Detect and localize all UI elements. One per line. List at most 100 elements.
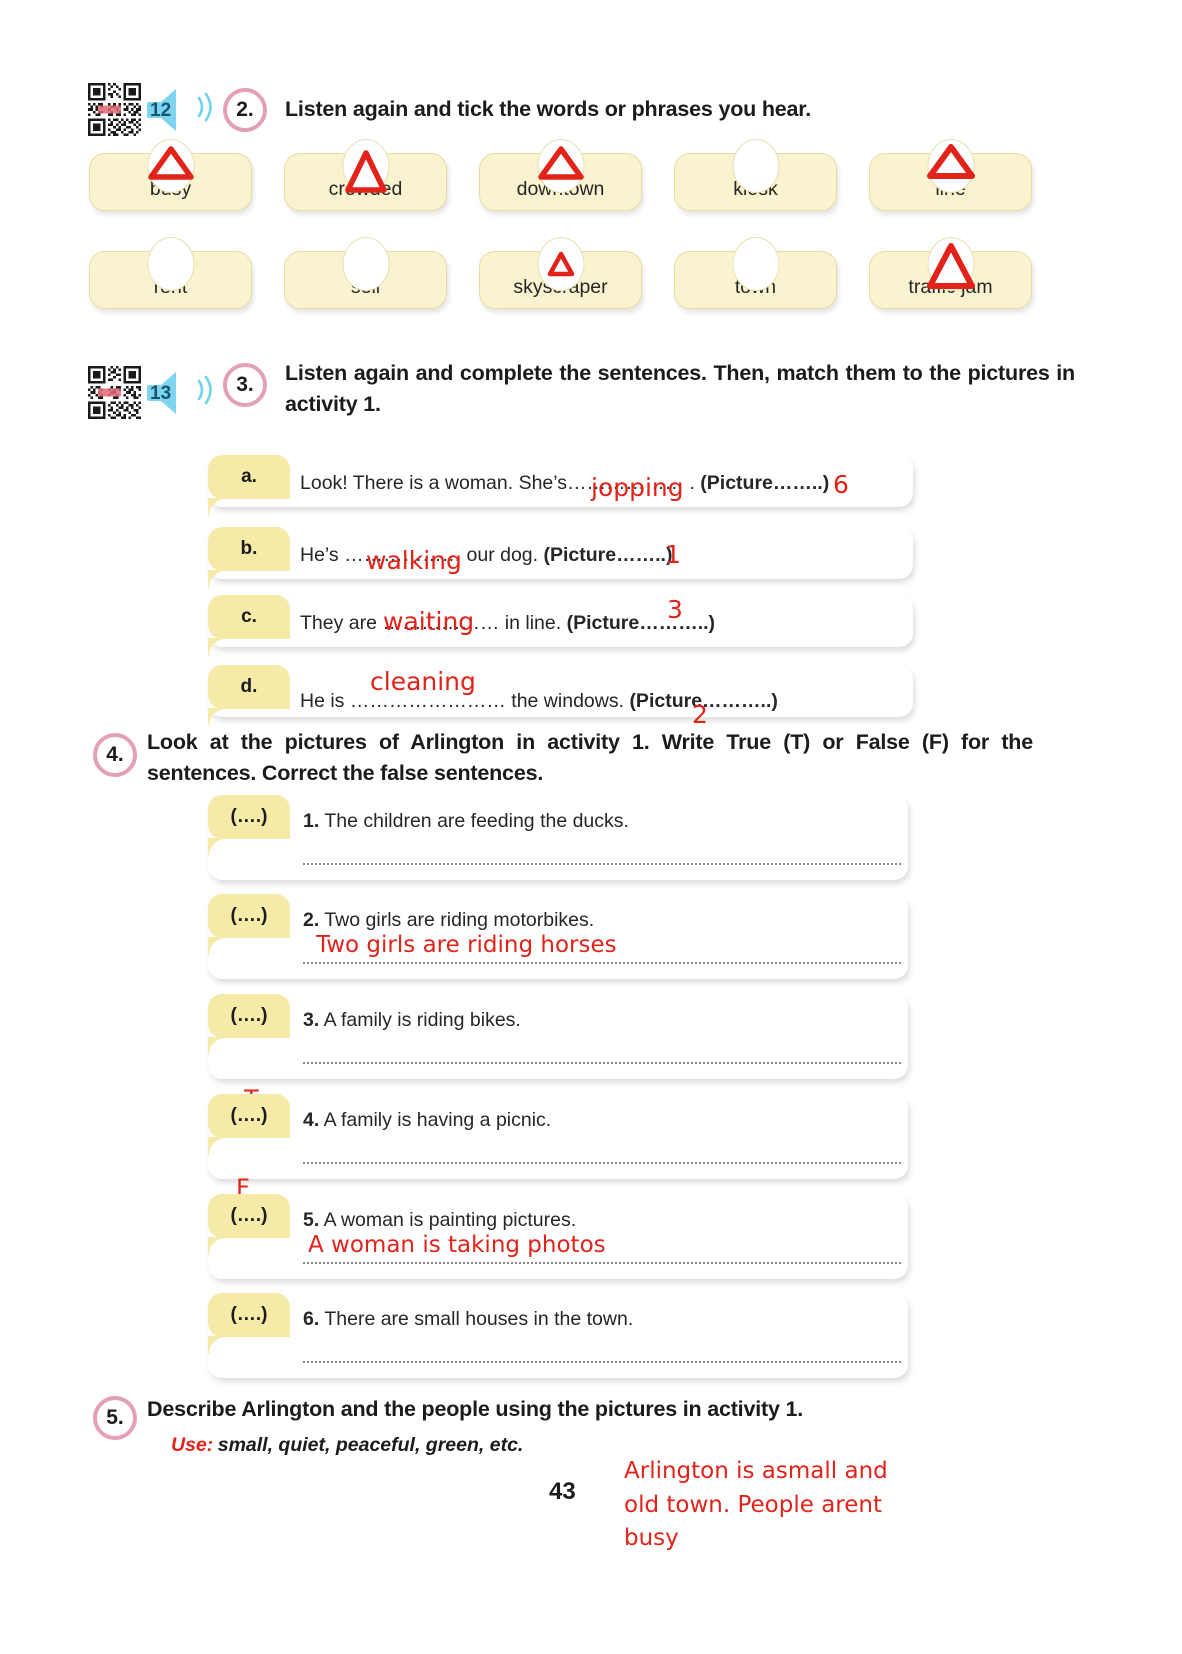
- item-label: d.: [208, 665, 290, 726]
- sentence-text-pre: He’s: [300, 544, 339, 566]
- word-card[interactable]: busy: [89, 139, 252, 211]
- tf-answer-tab[interactable]: (….): [208, 894, 290, 955]
- qr-code-icon[interactable]: [88, 366, 141, 419]
- activity-2-header: 12 2. Listen again and tick the words or…: [88, 83, 811, 136]
- word-card[interactable]: rent: [89, 237, 252, 309]
- tf-strip: (….) F 5. A woman is painting pictures. …: [208, 1174, 908, 1279]
- sentence-strip: b. He’s ……………… our dog. (Picture……..) wa…: [208, 527, 913, 588]
- word-card-row-2: rent sell skyscraper town traffic jam: [89, 237, 1032, 309]
- word-card[interactable]: traffic jam: [869, 237, 1032, 309]
- answer-line[interactable]: [303, 1262, 901, 1264]
- activity-4-number: 4.: [93, 733, 137, 777]
- activity-5-use-line: Use: small, quiet, peaceful, green, etc.: [171, 1434, 803, 1457]
- item-label: c.: [208, 595, 290, 656]
- audio-track-number: 13: [150, 382, 172, 404]
- activity-5-header: 5. Describe Arlington and the people usi…: [93, 1394, 803, 1457]
- use-text: small, quiet, peaceful, green, etc.: [217, 1433, 524, 1456]
- tf-strip: (….) T 1. The children are feeding the d…: [208, 795, 908, 880]
- activity-2-media[interactable]: 12: [88, 83, 215, 136]
- item-number: 5.: [303, 1209, 320, 1231]
- tick-circle[interactable]: [927, 237, 974, 291]
- handwritten-description-line: Arlington is asmall and: [624, 1458, 888, 1484]
- handwritten-answer-picture: 1: [665, 540, 681, 569]
- tick-circle[interactable]: [342, 139, 389, 193]
- activity-3-media[interactable]: 13: [88, 366, 215, 419]
- handwritten-description-line: busy: [624, 1525, 679, 1552]
- tf-answer-tab[interactable]: (….): [208, 1094, 290, 1155]
- picture-label: (Picture: [543, 544, 617, 566]
- sentence-text-pre: Look! There is a woman. She’s: [300, 472, 568, 494]
- speaker-icon[interactable]: 13: [145, 368, 191, 418]
- item-label: b.: [208, 527, 290, 588]
- audio-track-number: 12: [150, 99, 172, 121]
- sound-wave-icon: [195, 373, 215, 412]
- word-card[interactable]: skyscraper: [479, 237, 642, 309]
- activity-4-header: 4. Look at the pictures of Arlington in …: [93, 727, 1033, 788]
- tick-circle[interactable]: [147, 139, 194, 193]
- handwritten-answer-word: walking: [366, 546, 462, 575]
- sentence-text-mid: in line.: [504, 612, 562, 634]
- tick-circle[interactable]: [537, 139, 584, 193]
- word-card[interactable]: crowded: [284, 139, 447, 211]
- picture-label: (Picture: [566, 612, 640, 634]
- tf-sentence: A family is having a picnic.: [323, 1109, 552, 1131]
- answer-line[interactable]: [303, 962, 901, 964]
- sentence-strip: d. He is …………………… the windows. (Picture……: [208, 665, 913, 729]
- handwritten-answer-picture: 3: [667, 595, 683, 624]
- handwritten-answer-picture: 6: [833, 470, 849, 499]
- picture-blank-dots[interactable]: ……..): [773, 472, 829, 494]
- page-number: 43: [549, 1478, 576, 1505]
- use-label: Use:: [171, 1433, 214, 1456]
- handwritten-description-line: old town. People arent: [624, 1491, 882, 1518]
- tf-strip: (….) F 2. Two girls are riding motorbike…: [208, 894, 908, 979]
- sentence-text-pre: They are: [300, 612, 377, 634]
- tf-strip: (….) T 3. A family is riding bikes.: [208, 994, 908, 1079]
- answer-line[interactable]: [303, 863, 901, 865]
- picture-blank-dots[interactable]: ……..): [616, 544, 672, 566]
- speaker-icon[interactable]: 12: [145, 85, 191, 135]
- item-label: a.: [208, 455, 290, 516]
- tick-circle[interactable]: [927, 139, 974, 193]
- answer-line[interactable]: [303, 1162, 901, 1164]
- sentence-text-pre: He is: [300, 690, 345, 712]
- word-card[interactable]: downtown: [479, 139, 642, 211]
- word-card[interactable]: line: [869, 139, 1032, 211]
- handwritten-answer-word: waiting: [383, 607, 475, 636]
- activity-3-header: 13 3. Listen again and complete the sent…: [88, 358, 1075, 419]
- qr-code-icon[interactable]: [88, 83, 141, 136]
- tick-circle[interactable]: [147, 237, 194, 291]
- tf-answer-tab[interactable]: (….): [208, 795, 290, 856]
- handwritten-answer-word: jopping: [591, 473, 684, 502]
- item-number: 4.: [303, 1109, 320, 1131]
- tf-answer-tab[interactable]: (….): [208, 994, 290, 1055]
- word-card-row-1: busy crowded downtown kiosk line: [89, 139, 1032, 211]
- picture-blank-dots[interactable]: ………..): [702, 690, 778, 712]
- word-card[interactable]: kiosk: [674, 139, 837, 211]
- sound-wave-icon: [195, 90, 215, 129]
- word-card[interactable]: sell: [284, 237, 447, 309]
- answer-line[interactable]: [303, 1361, 901, 1363]
- tick-circle[interactable]: [732, 237, 779, 291]
- tf-sentence: Two girls are riding motorbikes.: [324, 909, 595, 931]
- tick-circle[interactable]: [732, 139, 779, 193]
- tf-strip: (….) T 6. There are small houses in the …: [208, 1293, 908, 1378]
- tick-circle[interactable]: [537, 237, 584, 291]
- picture-label: (Picture: [700, 472, 773, 494]
- word-card[interactable]: town: [674, 237, 837, 309]
- worksheet-page: 12 2. Listen again and tick the words or…: [0, 0, 1182, 1654]
- activity-4-instruction: Look at the pictures of Arlington in act…: [147, 730, 1033, 785]
- sentence-strip: a. Look! There is a woman. She’s……………… .…: [208, 455, 913, 516]
- activity-5-instruction: Describe Arlington and the people using …: [147, 1397, 804, 1421]
- activity-2-number: 2.: [223, 87, 267, 132]
- answer-line[interactable]: [303, 1062, 901, 1064]
- handwritten-answer-picture: 2: [692, 700, 708, 729]
- handwritten-answer-word: cleaning: [370, 667, 476, 696]
- tf-answer-tab[interactable]: (….): [208, 1194, 290, 1255]
- tick-circle[interactable]: [342, 237, 389, 291]
- activity-5-number: 5.: [93, 1396, 137, 1440]
- sentence-strip: c. They are ……………… in line. (Picture……….…: [208, 595, 913, 656]
- item-number: 6.: [303, 1308, 320, 1330]
- activity-3-instruction: Listen again and complete the sentences.…: [285, 361, 1075, 416]
- item-number: 2.: [303, 909, 320, 931]
- tf-answer-tab[interactable]: (….): [208, 1293, 290, 1354]
